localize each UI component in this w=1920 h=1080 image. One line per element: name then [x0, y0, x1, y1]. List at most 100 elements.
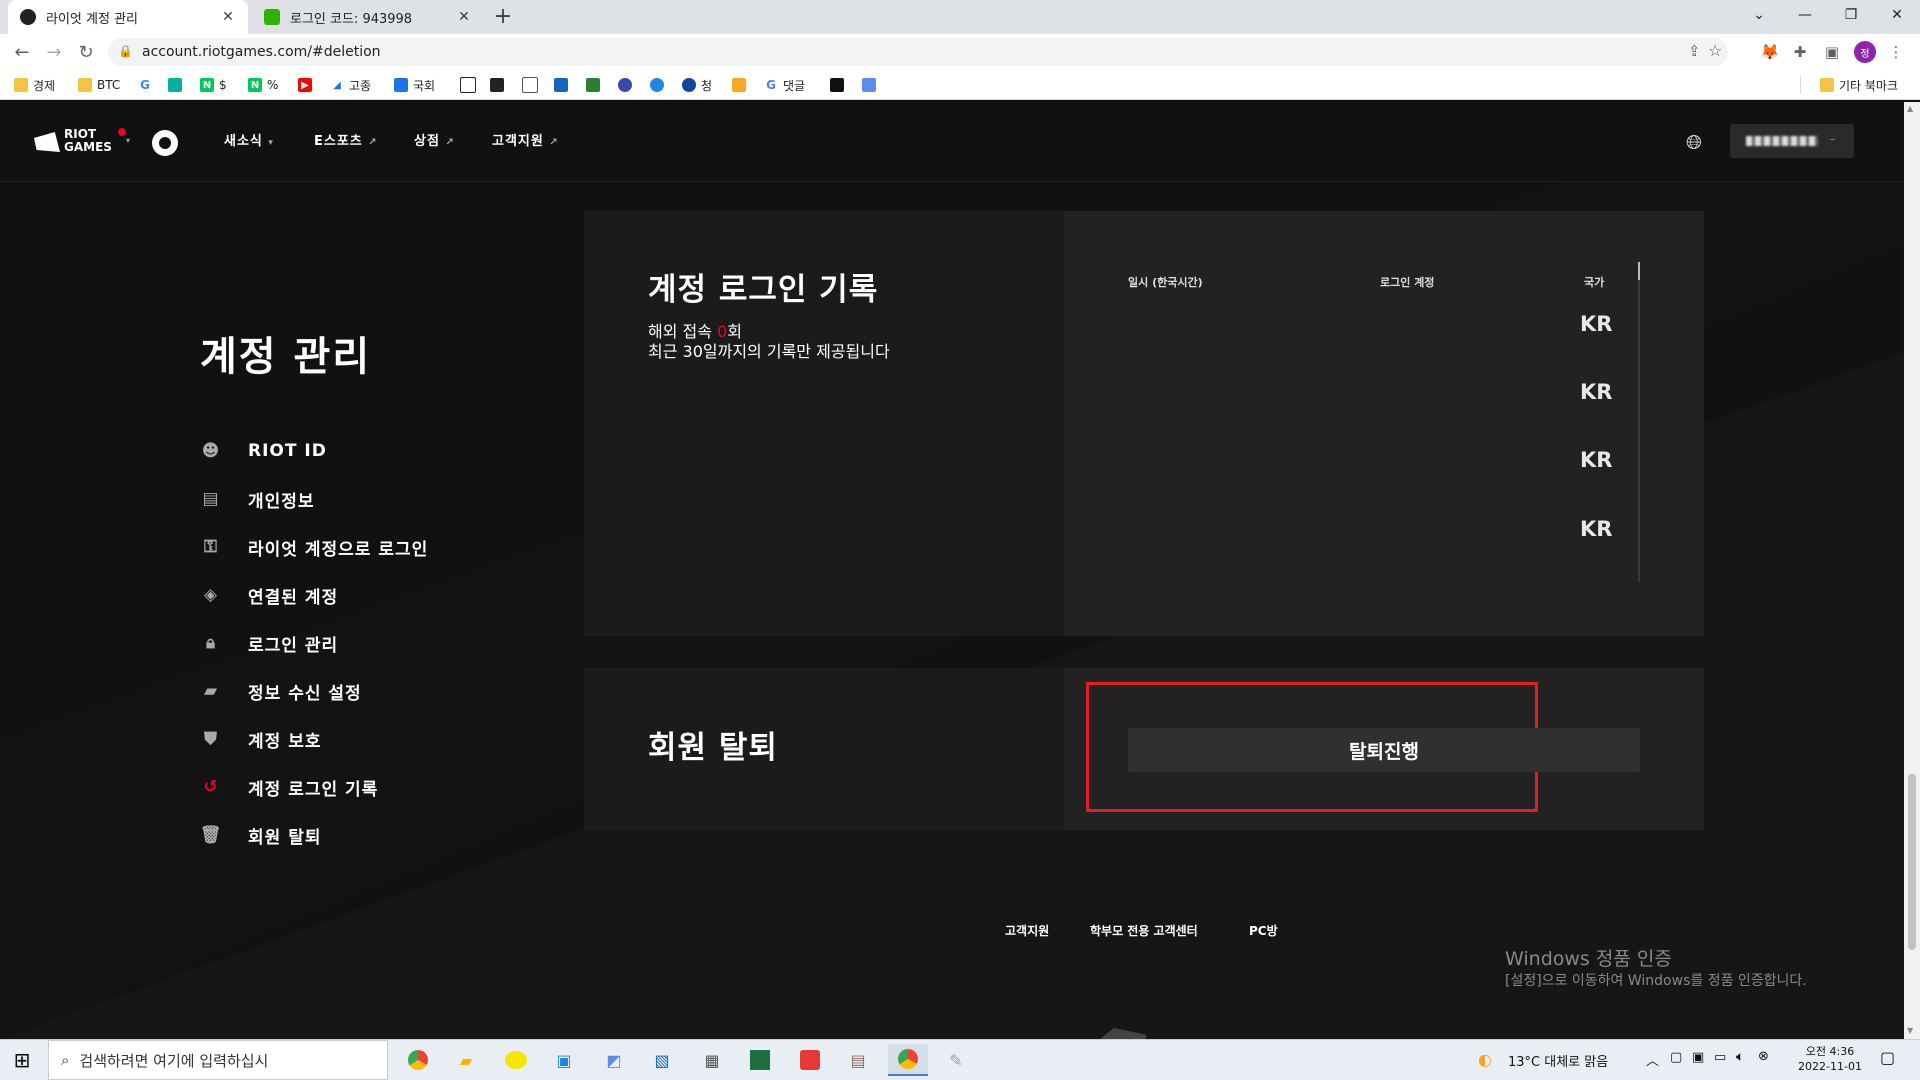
windows-start-icon[interactable]: ⊞ — [2, 1044, 42, 1076]
kebab-menu-icon[interactable]: ⋮ — [1886, 42, 1906, 62]
calculator-icon[interactable]: ▦ — [692, 1044, 732, 1076]
bookmark-site[interactable]: 국회 — [394, 70, 435, 100]
bookmark-site[interactable] — [732, 70, 751, 100]
nav-link-label: 고객지원 — [492, 134, 544, 149]
weather-icon[interactable]: ◐ — [1478, 1050, 1492, 1069]
key-icon: ⚿ — [204, 537, 218, 557]
minimize-button[interactable]: — — [1782, 0, 1828, 30]
bookmark-site[interactable] — [586, 70, 605, 100]
sidebar-item-riot-sign-on[interactable]: ⚿ 라이엇 계정으로 로그인 — [200, 532, 428, 562]
app-taskbar-icon[interactable]: ▧ — [642, 1044, 682, 1076]
bookmark-google[interactable]: G — [138, 70, 157, 100]
taskbar-date[interactable]: 2022-11-01 — [1790, 1060, 1870, 1073]
sidebar-item-account-protection[interactable]: ⛊ 계정 보호 — [200, 724, 321, 754]
browser-tab[interactable]: 로그인 코드: 943998 ✕ — [252, 0, 484, 34]
proceed-deletion-button[interactable]: 탈퇴진행 — [1128, 728, 1640, 772]
sidebar-item-label: 정보 수신 설정 — [248, 683, 362, 704]
chevron-down-icon: ▾ — [126, 136, 131, 145]
network-icon[interactable]: ▭ — [1714, 1050, 1726, 1065]
extensions-puzzle-icon[interactable]: ✚ — [1790, 42, 1810, 62]
chrome-active-taskbar-icon[interactable] — [888, 1044, 928, 1076]
bookmark-site[interactable] — [168, 70, 187, 100]
bookmark-site[interactable]: ◢ 고종 — [330, 70, 371, 100]
site-icon — [862, 78, 876, 92]
bookmark-star-icon[interactable]: ☆ — [1708, 41, 1722, 60]
riot-games-logo[interactable]: RIOT GAMES ▾ — [34, 126, 134, 160]
browser-tab-active[interactable]: 라이엇 계정 관리 ✕ — [8, 0, 248, 34]
riot-game-icon[interactable] — [152, 130, 178, 156]
footer-link-parents-center[interactable]: 학부모 전용 고객센터 — [1090, 922, 1198, 939]
scroll-down-arrow-icon[interactable]: ▼ — [1907, 1026, 1913, 1035]
back-arrow-icon[interactable]: ← — [8, 38, 36, 66]
sidebar-item-delete-account[interactable]: 🗑︎ 회원 탈퇴 — [200, 820, 321, 850]
page-scrollbar[interactable]: ▲ ▼ — [1904, 102, 1920, 1039]
app-taskbar-icon[interactable]: ▤ — [838, 1044, 878, 1076]
paint-icon[interactable]: ✎ — [936, 1044, 976, 1076]
app-taskbar-icon[interactable]: ◩ — [594, 1044, 634, 1076]
sidebar-item-login-management[interactable]: 🔒︎ 로그인 관리 — [200, 628, 338, 658]
sidebar-item-riot-id[interactable]: ☻ RIOT ID — [200, 436, 327, 466]
weather-text[interactable]: 13°C 대체로 맑음 — [1508, 1051, 1608, 1070]
bookmark-site[interactable] — [522, 70, 543, 100]
tab-search-icon[interactable]: ⌄ — [1736, 0, 1782, 30]
globe-language-icon[interactable]: 🌐︎ — [1686, 130, 1702, 154]
address-bar[interactable]: 🔒 account.riotgames.com/#deletion ⇪ ☆ — [108, 38, 1728, 66]
bookmark-google[interactable]: G 댓글 — [764, 70, 805, 100]
volume-icon[interactable]: 🔈︎ — [1736, 1049, 1744, 1065]
tray-app-icon[interactable]: ▣ — [1692, 1050, 1704, 1065]
metamask-extension-icon[interactable]: 🦊 — [1760, 42, 1780, 62]
close-tab-icon[interactable]: ✕ — [456, 9, 472, 25]
chrome-taskbar-icon[interactable] — [398, 1044, 438, 1076]
profile-avatar[interactable]: 정 — [1854, 41, 1876, 63]
other-bookmarks-folder[interactable]: 기타 북마크 — [1820, 70, 1898, 100]
nav-link-store[interactable]: 상점 ↗ — [414, 102, 455, 183]
nav-link-news[interactable]: 새소식 ▾ — [224, 102, 274, 183]
bookmark-folder[interactable]: 경제 — [14, 70, 55, 100]
sidebar-item-login-history[interactable]: ↺ 계정 로그인 기록 — [200, 772, 378, 802]
excel-icon[interactable] — [740, 1044, 780, 1076]
bookmark-site[interactable] — [460, 70, 481, 100]
share-icon[interactable]: ⇪ — [1688, 42, 1701, 60]
history-scroll-thumb[interactable] — [1638, 262, 1640, 280]
restore-button[interactable]: ❐ — [1828, 0, 1874, 30]
account-menu-button[interactable]: – — [1730, 124, 1854, 158]
notification-center-icon[interactable]: ▢ — [1880, 1048, 1895, 1067]
file-explorer-icon[interactable]: ▰ — [446, 1044, 486, 1076]
scrollbar-thumb[interactable] — [1908, 774, 1916, 950]
bookmark-naver[interactable]: N% — [248, 70, 278, 100]
bookmark-site[interactable]: 청 — [682, 70, 712, 100]
footer-link-support[interactable]: 고객지원 — [1005, 922, 1049, 939]
ime-status-icon[interactable]: ⊗ — [1758, 1049, 1769, 1064]
bookmark-site[interactable] — [490, 70, 509, 100]
app-taskbar-icon[interactable] — [790, 1044, 830, 1076]
sidebar-item-linked-accounts[interactable]: ◈ 연결된 계정 — [200, 580, 338, 610]
side-panel-icon[interactable]: ▣ — [1822, 42, 1842, 62]
sidebar-item-personal-info[interactable]: ▤ 개인정보 — [200, 484, 315, 514]
bookmark-folder[interactable]: BTC — [78, 70, 120, 100]
sidebar-item-communication[interactable]: ▰ 정보 수신 설정 — [200, 676, 362, 706]
bookmark-site[interactable] — [554, 70, 573, 100]
kakaotalk-icon[interactable] — [496, 1044, 536, 1076]
app-taskbar-icon[interactable]: ▣ — [544, 1044, 584, 1076]
footer-link-pc-bang[interactable]: PC방 — [1249, 922, 1278, 939]
history-scroll-track[interactable] — [1638, 262, 1640, 582]
forward-arrow-icon[interactable]: → — [40, 38, 68, 66]
nav-link-esports[interactable]: E스포츠 ↗ — [314, 102, 378, 183]
bookmark-site[interactable] — [830, 70, 849, 100]
bookmark-youtube[interactable]: ▶ — [298, 70, 317, 100]
history-row-country: KR — [1580, 312, 1613, 336]
bookmark-site[interactable] — [618, 70, 637, 100]
new-tab-button[interactable]: + — [488, 2, 518, 32]
close-tab-icon[interactable]: ✕ — [220, 9, 236, 25]
close-window-button[interactable]: ✕ — [1874, 0, 1920, 30]
nav-link-support[interactable]: 고객지원 ↗ — [492, 102, 559, 183]
reload-icon[interactable]: ↻ — [72, 38, 100, 66]
bookmark-naver[interactable]: N $ — [200, 70, 227, 100]
bookmark-site[interactable] — [862, 70, 881, 100]
scroll-up-arrow-icon[interactable]: ▲ — [1907, 104, 1913, 113]
taskbar-time[interactable]: 오전 4:36 — [1790, 1043, 1870, 1059]
taskbar-search-box[interactable]: ⌕ 검색하려면 여기에 입력하십시 — [48, 1040, 388, 1080]
tray-app-icon[interactable]: ▢ — [1670, 1050, 1682, 1065]
tray-chevron-up-icon[interactable]: ︿ — [1646, 1050, 1659, 1069]
bookmark-site[interactable] — [650, 70, 669, 100]
